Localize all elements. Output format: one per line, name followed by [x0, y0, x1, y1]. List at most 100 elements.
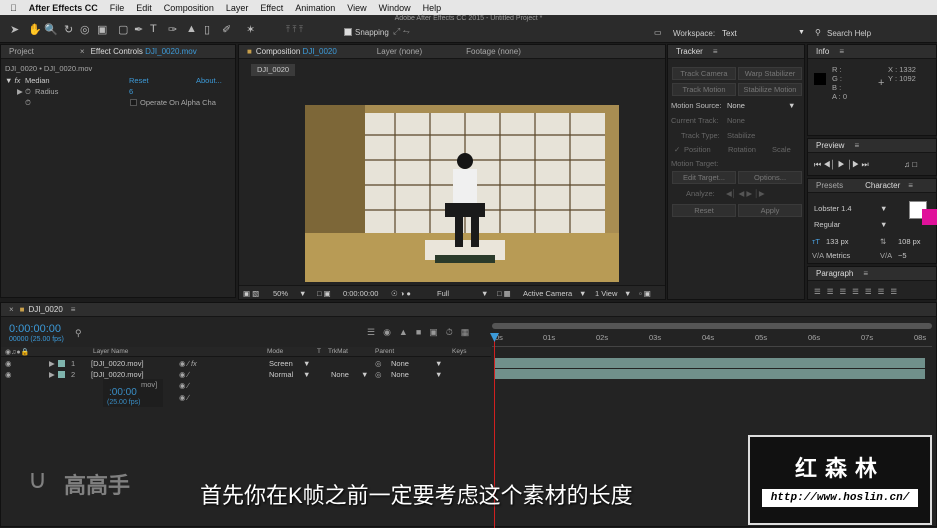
table-row[interactable]: ◉ ▶ 2 [DJI_0020.mov] ◉ ∕ Normal ▼ None ▼… [1, 369, 491, 380]
rotate-tool-icon[interactable]: ↻ [64, 23, 73, 36]
reset-exposure-icon[interactable]: ▫ ▣ [639, 289, 651, 298]
menu-file[interactable]: File [110, 3, 125, 13]
chevron-down-icon[interactable]: ▼ [435, 370, 442, 379]
search-help-input[interactable]: Search Help [827, 29, 871, 38]
label-color-swatch[interactable] [58, 360, 65, 367]
layer-switches-icon[interactable]: ◉ ∕ fx [179, 359, 197, 368]
expand-arrow-icon[interactable]: ▶ [49, 370, 55, 379]
alignment-icons[interactable]: ☰☰☰☰☰☰☰ [814, 287, 903, 296]
mode-select[interactable]: Screen [269, 359, 293, 368]
visibility-icon[interactable]: ◉ [5, 370, 12, 379]
parent-select[interactable]: None [391, 359, 409, 368]
stopwatch-icon[interactable]: ⏱ [25, 98, 31, 108]
tab-project[interactable]: Project [9, 47, 34, 56]
track-camera-button[interactable]: Track Camera [672, 67, 736, 80]
about-link[interactable]: About... [196, 76, 222, 85]
label-color-swatch[interactable] [58, 371, 65, 378]
pen-tool-icon[interactable]: ✒ [134, 23, 143, 36]
type-tool-icon[interactable]: T [150, 23, 157, 35]
chevron-down-icon[interactable]: ▼ [880, 220, 887, 229]
audio-loop-icon[interactable]: ♫ □ [904, 160, 917, 169]
trkmat-select[interactable]: None [331, 370, 349, 379]
menu-animation[interactable]: Animation [295, 3, 335, 13]
menu-composition[interactable]: Composition [164, 3, 214, 13]
visibility-icon[interactable]: ◉ [5, 359, 12, 368]
zoom-select[interactable]: 50% [273, 289, 288, 298]
reset-link[interactable]: Reset [129, 76, 149, 85]
comp-chip[interactable]: DJI_0020 [251, 64, 296, 76]
menu-icon[interactable]: ≡ [908, 181, 913, 190]
menu-icon[interactable]: ≡ [839, 47, 844, 56]
chevron-down-icon[interactable]: ▼ [788, 101, 795, 110]
chevron-down-icon[interactable]: ▼ [299, 289, 306, 298]
region-icon[interactable]: □ ▦ [497, 289, 511, 298]
hand-tool-icon[interactable]: ✋ [28, 23, 42, 36]
close-icon[interactable]: × [80, 47, 85, 56]
camera-tool-icon[interactable]: ◎ [80, 23, 90, 36]
warp-stabilizer-button[interactable]: Warp Stabilizer [738, 67, 802, 80]
chevron-down-icon[interactable]: ▼ [798, 29, 805, 36]
position-checkbox[interactable]: ✓ [674, 145, 680, 154]
chevron-down-icon[interactable]: ▼ [303, 359, 310, 368]
apple-icon[interactable]:  [10, 3, 17, 13]
expand-arrow-icon[interactable]: ▶ [17, 87, 23, 96]
menu-icon[interactable]: ≡ [854, 141, 859, 150]
zoom-tool-icon[interactable]: 🔍 [44, 23, 58, 36]
chevron-down-icon[interactable]: ▼ [624, 289, 631, 298]
timeline-switches-icons[interactable]: ☰◉▲■▣⏱▦ [367, 327, 477, 338]
parent-select[interactable]: None [391, 370, 409, 379]
search-icon[interactable]: ⚲ [815, 28, 821, 37]
chevron-down-icon[interactable]: ▼ [481, 289, 488, 298]
menu-icon[interactable]: ≡ [713, 47, 718, 56]
work-area-bar[interactable] [492, 323, 932, 329]
mode-select[interactable]: Normal [269, 370, 293, 379]
chevron-down-icon[interactable]: ▼ [579, 289, 586, 298]
tab-layer[interactable]: Layer (none) [377, 47, 422, 56]
current-track-select[interactable]: None [727, 116, 745, 125]
reset-button[interactable]: Reset [672, 204, 736, 217]
snap-options-icon[interactable]: ⤢ ⥊ [393, 26, 410, 37]
font-style-select[interactable]: Regular [814, 220, 840, 229]
close-icon[interactable]: × [9, 305, 14, 314]
options-button[interactable]: Options... [738, 171, 802, 184]
kerning-field[interactable]: Metrics [826, 251, 850, 260]
menu-help[interactable]: Help [423, 3, 442, 13]
eraser-tool-icon[interactable]: ▯ [204, 23, 210, 36]
chevron-down-icon[interactable]: ▼ [361, 370, 368, 379]
menu-window[interactable]: Window [379, 3, 411, 13]
selection-tool-icon[interactable]: ➤ [10, 23, 19, 36]
pan-behind-tool-icon[interactable]: ▣ [97, 23, 107, 36]
camera-select[interactable]: Active Camera [523, 289, 572, 298]
safe-zones-icon[interactable]: □ ▣ [317, 289, 331, 298]
brush-tool-icon[interactable]: ✑ [168, 23, 177, 36]
chevron-down-icon[interactable]: ▼ [435, 359, 442, 368]
layer-bar-1[interactable] [495, 358, 925, 368]
clone-stamp-tool-icon[interactable]: ▲ [186, 23, 197, 35]
menu-view[interactable]: View [347, 3, 366, 13]
menu-edit[interactable]: Edit [136, 3, 152, 13]
tracking-field[interactable]: −5 [898, 251, 907, 260]
stopwatch-icon[interactable]: ⏱ [25, 87, 31, 97]
pickwhip-icon[interactable]: ◎ [375, 370, 382, 379]
snapping-checkbox[interactable] [344, 28, 352, 36]
roto-brush-tool-icon[interactable]: ✐ [222, 23, 231, 36]
layer-switches-icon[interactable]: ◉ ∕ [179, 370, 189, 379]
tab-character[interactable]: Character [865, 181, 900, 190]
stroke-color-swatch[interactable] [922, 209, 937, 225]
comp-timecode[interactable]: 0:00:00:00 [343, 289, 378, 298]
analyze-controls-icon[interactable]: ◀│ ◀ ▶ │▶ [726, 189, 765, 198]
always-preview-icon[interactable]: ▣ ▧ [243, 289, 259, 298]
motion-source-select[interactable]: None [727, 101, 745, 110]
rectangle-tool-icon[interactable]: ▢ [118, 23, 128, 36]
edit-target-button[interactable]: Edit Target... [672, 171, 736, 184]
workspace-select[interactable]: Text [722, 29, 737, 38]
search-icon[interactable]: ⚲ [75, 328, 82, 339]
track-type-select[interactable]: Stabilize [727, 131, 755, 140]
radius-value[interactable]: 6 [129, 87, 133, 96]
chevron-down-icon[interactable]: ▼ [303, 370, 310, 379]
timeline-timecode[interactable]: 0:00:00:00 [9, 323, 61, 335]
stabilize-motion-button[interactable]: Stabilize Motion [738, 83, 802, 96]
table-row[interactable]: ◉ ▶ 1 [DJI_0020.mov] ◉ ∕ fx Screen ▼ ◎ N… [1, 358, 491, 369]
puppet-tool-icon[interactable]: ✶ [246, 23, 255, 36]
layer-name[interactable]: [DJI_0020.mov] [91, 359, 144, 368]
